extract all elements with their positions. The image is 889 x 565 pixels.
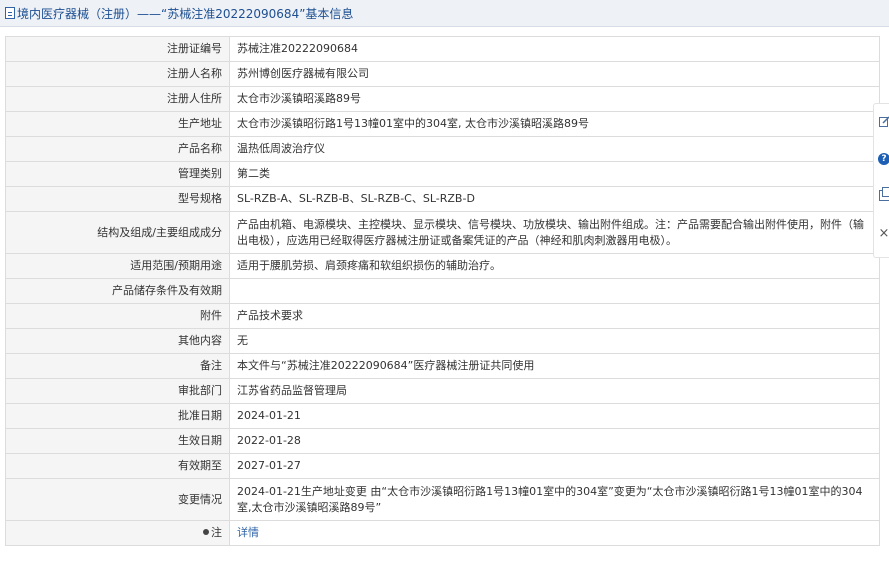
field-label: 型号规格 — [5, 186, 230, 212]
table-row: 生效日期 2022-01-28 — [5, 428, 880, 454]
help-icon[interactable]: ? — [877, 152, 889, 166]
help-glyph: ? — [878, 153, 889, 165]
field-label: 其他内容 — [5, 328, 230, 354]
field-label: 注册人名称 — [5, 61, 230, 87]
field-label: 产品名称 — [5, 136, 230, 162]
field-value: 本文件与“苏械注准20222090684”医疗器械注册证共同使用 — [229, 353, 880, 379]
field-label: 备注 — [5, 353, 230, 379]
pin-icon — [203, 529, 209, 535]
field-value: 无 — [229, 328, 880, 354]
field-value: 江苏省药品监督管理局 — [229, 378, 880, 404]
table-row: 注册人名称 苏州博创医疗器械有限公司 — [5, 61, 880, 87]
edit-icon[interactable] — [877, 114, 889, 128]
table-row: 其他内容 无 — [5, 328, 880, 354]
table-row: 审批部门 江苏省药品监督管理局 — [5, 378, 880, 404]
table-row: 批准日期 2024-01-21 — [5, 403, 880, 429]
field-label: 注册人住所 — [5, 86, 230, 112]
note-value-cell: 详情 — [229, 520, 880, 546]
table-row: 结构及组成/主要组成成分 产品由机箱、电源模块、主控模块、显示模块、信号模块、功… — [5, 211, 880, 254]
side-toolbar: ? × — [873, 103, 889, 258]
field-label: 管理类别 — [5, 161, 230, 187]
field-value: 太仓市沙溪镇昭衍路1号13幢01室中的304室, 太仓市沙溪镇昭溪路89号 — [229, 111, 880, 137]
field-value: SL-RZB-A、SL-RZB-B、SL-RZB-C、SL-RZB-D — [229, 186, 880, 212]
field-label: 产品储存条件及有效期 — [5, 278, 230, 304]
field-label: 附件 — [5, 303, 230, 329]
table-row: 注册证编号 苏械注准20222090684 — [5, 36, 880, 62]
table-row: 型号规格 SL-RZB-A、SL-RZB-B、SL-RZB-C、SL-RZB-D — [5, 186, 880, 212]
document-icon — [5, 7, 15, 19]
basic-info-table: 注册证编号 苏械注准20222090684 注册人名称 苏州博创医疗器械有限公司… — [5, 36, 880, 546]
close-icon[interactable]: × — [877, 226, 889, 241]
field-value: 温热低周波治疗仪 — [229, 136, 880, 162]
note-label: 注 — [211, 526, 222, 539]
field-label: 变更情况 — [5, 478, 230, 521]
field-value: 适用于腰肌劳损、肩颈疼痛和软组织损伤的辅助治疗。 — [229, 253, 880, 279]
field-label: 生效日期 — [5, 428, 230, 454]
field-value — [229, 278, 880, 304]
table-row: 生产地址 太仓市沙溪镇昭衍路1号13幢01室中的304室, 太仓市沙溪镇昭溪路8… — [5, 111, 880, 137]
field-label: 适用范围/预期用途 — [5, 253, 230, 279]
page-header: 境内医疗器械（注册）——“苏械注准20222090684”基本信息 — [0, 0, 889, 27]
table-row: 产品储存条件及有效期 — [5, 278, 880, 304]
field-value: 第二类 — [229, 161, 880, 187]
field-value: 2024-01-21 — [229, 403, 880, 429]
table-row: 注册人住所 太仓市沙溪镇昭溪路89号 — [5, 86, 880, 112]
field-value: 产品由机箱、电源模块、主控模块、显示模块、信号模块、功放模块、输出附件组成。注：… — [229, 211, 880, 254]
field-value: 2027-01-27 — [229, 453, 880, 479]
field-label: 审批部门 — [5, 378, 230, 404]
field-value: 苏械注准20222090684 — [229, 36, 880, 62]
field-value: 太仓市沙溪镇昭溪路89号 — [229, 86, 880, 112]
field-label: 结构及组成/主要组成成分 — [5, 211, 230, 254]
field-label: 注册证编号 — [5, 36, 230, 62]
table-row: 注 详情 — [5, 520, 880, 546]
table-row: 产品名称 温热低周波治疗仪 — [5, 136, 880, 162]
table-row: 适用范围/预期用途 适用于腰肌劳损、肩颈疼痛和软组织损伤的辅助治疗。 — [5, 253, 880, 279]
table-row: 管理类别 第二类 — [5, 161, 880, 187]
details-link[interactable]: 详情 — [237, 526, 259, 539]
copy-icon[interactable] — [877, 186, 889, 202]
field-value: 苏州博创医疗器械有限公司 — [229, 61, 880, 87]
table-row: 附件 产品技术要求 — [5, 303, 880, 329]
copy-glyph — [878, 186, 889, 201]
field-label: 有效期至 — [5, 453, 230, 479]
field-value: 产品技术要求 — [229, 303, 880, 329]
field-value: 2024-01-21生产地址变更 由“太仓市沙溪镇昭衍路1号13幢01室中的30… — [229, 478, 880, 521]
page-title: 境内医疗器械（注册）——“苏械注准20222090684”基本信息 — [17, 6, 354, 21]
table-row: 有效期至 2027-01-27 — [5, 453, 880, 479]
table-row: 变更情况 2024-01-21生产地址变更 由“太仓市沙溪镇昭衍路1号13幢01… — [5, 478, 880, 521]
field-label: 生产地址 — [5, 111, 230, 137]
table-row: 备注 本文件与“苏械注准20222090684”医疗器械注册证共同使用 — [5, 353, 880, 379]
field-value: 2022-01-28 — [229, 428, 880, 454]
field-label: 批准日期 — [5, 403, 230, 429]
note-label-cell: 注 — [5, 520, 230, 546]
